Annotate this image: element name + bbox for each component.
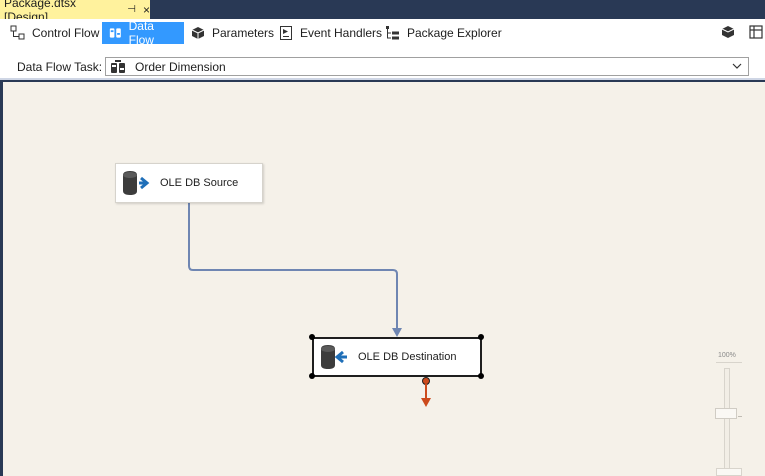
ole-db-source-component[interactable]: OLE DB Source (115, 163, 263, 203)
data-flow-icon (109, 28, 121, 38)
tab-data-flow-label: Data Flow (128, 19, 154, 47)
tab-control-flow[interactable]: Control Flow (4, 22, 105, 44)
ole-db-source-label: OLE DB Source (160, 177, 239, 189)
document-tab[interactable]: Package.dtsx [Design] ⊣ × (0, 0, 150, 24)
ole-db-destination-component[interactable]: OLE DB Destination (312, 337, 482, 377)
package-explorer-icon (386, 26, 399, 40)
resize-handle-top-left[interactable] (309, 334, 315, 340)
resize-handle-bottom-left[interactable] (309, 373, 315, 379)
resize-handle-top-right[interactable] (478, 334, 484, 340)
variables-icon[interactable] (720, 24, 736, 40)
zoom-slider-thumb[interactable] (715, 408, 737, 419)
tab-parameters-label: Parameters (212, 26, 275, 40)
error-path-origin[interactable] (422, 377, 430, 385)
task-selector-row: Data Flow Task: Order Dimension (0, 47, 765, 80)
ole-db-destination-label: OLE DB Destination (358, 351, 457, 363)
control-flow-icon (10, 25, 25, 40)
tab-parameters[interactable]: Parameters (184, 22, 280, 44)
task-selector-label: Data Flow Task: (17, 60, 103, 74)
database-destination-icon (321, 345, 347, 369)
data-flow-task-icon (111, 59, 125, 73)
zoom-slider-track[interactable] (724, 368, 730, 476)
data-path-connector[interactable] (188, 203, 398, 332)
tab-package-explorer-label: Package Explorer (407, 26, 502, 40)
database-source-icon (123, 171, 150, 195)
tab-event-handlers[interactable]: Event Handlers (272, 22, 388, 44)
parameters-icon (191, 27, 205, 39)
error-path-arrowhead (421, 398, 431, 407)
document-tab-strip: Package.dtsx [Design] ⊣ × (0, 0, 765, 24)
designer-toolbar: Control Flow Data Flow Parameters Event … (0, 19, 765, 47)
chevron-down-icon[interactable] (732, 60, 742, 72)
zoom-slider-tick (738, 416, 742, 417)
tab-event-handlers-label: Event Handlers (300, 26, 383, 40)
data-path-arrowhead (392, 328, 402, 337)
tab-data-flow[interactable]: Data Flow (102, 19, 184, 47)
resize-handle-bottom-right[interactable] (478, 373, 484, 379)
event-handlers-icon (280, 26, 292, 40)
zoom-level-label: 100% (718, 352, 736, 359)
tab-control-flow-label: Control Flow (32, 26, 100, 40)
close-icon[interactable]: × (143, 3, 150, 17)
path-layer (188, 203, 431, 407)
data-flow-canvas[interactable]: OLE DB Source OLE DB Destination 100% (3, 82, 765, 476)
zoom-separator (716, 362, 742, 363)
pin-icon[interactable]: ⊣ (127, 4, 136, 15)
tab-package-explorer[interactable]: Package Explorer (379, 22, 508, 44)
data-flow-task-dropdown[interactable]: Order Dimension (105, 57, 749, 76)
toolbox-icon[interactable] (747, 24, 763, 40)
data-flow-task-value: Order Dimension (135, 59, 226, 74)
zoom-fit-button[interactable] (716, 468, 742, 476)
